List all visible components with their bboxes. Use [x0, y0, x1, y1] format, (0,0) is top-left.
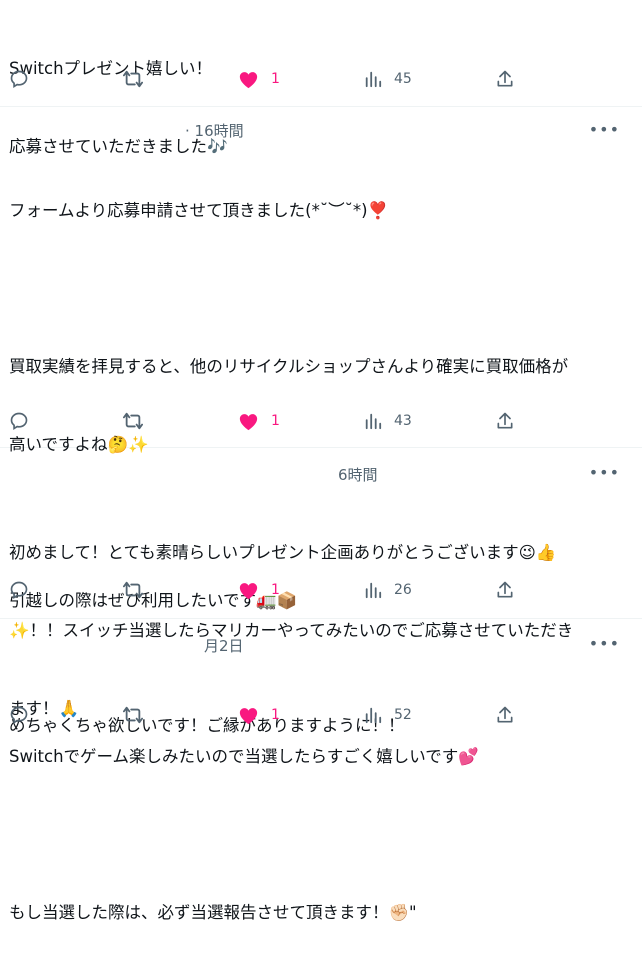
reply-button[interactable] [9, 703, 29, 727]
repost-icon [123, 581, 143, 599]
like-count: 1 [271, 413, 280, 429]
repost-icon [123, 412, 143, 430]
heart-icon [239, 71, 258, 88]
action-bar: 1 26 [0, 578, 642, 602]
post-4: 月2日 ••• めちゃくちゃ欲しいです！ご縁がありますように！！ 1 52 [0, 619, 642, 736]
action-bar: 1 45 [0, 67, 642, 91]
like-count: 1 [271, 707, 280, 723]
heart-icon [239, 582, 258, 599]
views-button[interactable]: 52 [364, 703, 412, 727]
post-3: 6時間 ••• 初めまして！とても素晴らしいプレゼント企画ありがとうございます😉… [0, 448, 642, 718]
share-button[interactable] [495, 67, 515, 91]
view-count: 52 [394, 707, 412, 723]
repost-button[interactable] [122, 409, 144, 433]
more-icon[interactable]: ••• [589, 636, 620, 652]
post-timestamp: 月2日 [204, 637, 244, 655]
repost-button[interactable] [122, 67, 144, 91]
post-timestamp: 6時間 [338, 466, 378, 484]
share-button[interactable] [495, 409, 515, 433]
like-button[interactable]: 1 [238, 67, 280, 91]
reply-icon [10, 412, 28, 430]
share-icon [497, 412, 513, 429]
view-count: 26 [394, 582, 412, 598]
repost-button[interactable] [122, 703, 144, 727]
post-2: · 16時間 ••• フォームより応募申請させて頂きました(*˘︶˘*)❣️ 買… [0, 107, 642, 922]
like-button[interactable]: 1 [238, 703, 280, 727]
share-icon [497, 581, 513, 598]
more-icon[interactable]: ••• [589, 465, 620, 481]
views-icon [365, 707, 382, 724]
more-icon[interactable]: ••• [589, 122, 620, 138]
post-line [9, 822, 628, 848]
heart-icon [239, 413, 258, 430]
post-timestamp: · 16時間 [185, 122, 244, 140]
repost-icon [123, 70, 143, 88]
repost-button[interactable] [122, 578, 144, 602]
reply-icon [10, 706, 28, 724]
views-button[interactable]: 26 [364, 578, 412, 602]
share-icon [497, 70, 513, 87]
share-button[interactable] [495, 703, 515, 727]
views-button[interactable]: 45 [364, 67, 412, 91]
like-button[interactable]: 1 [238, 409, 280, 433]
share-icon [497, 706, 513, 723]
post-line: 買取実績を拝見すると、他のリサイクルショップさんより確実に買取価格が [9, 357, 569, 376]
post-line [9, 276, 628, 302]
share-button[interactable] [495, 578, 515, 602]
reply-button[interactable] [9, 67, 29, 91]
reply-button[interactable] [9, 578, 29, 602]
like-count: 1 [271, 582, 280, 598]
action-bar: 1 43 [0, 409, 642, 433]
heart-icon [239, 707, 258, 724]
view-count: 45 [394, 71, 412, 87]
like-button[interactable]: 1 [238, 578, 280, 602]
reply-button[interactable] [9, 409, 29, 433]
views-button[interactable]: 43 [364, 409, 412, 433]
action-bar: 1 52 [0, 703, 642, 727]
reply-icon [10, 70, 28, 88]
post-line: もし当選した際は、必ず当選報告させて頂きます！✊🏻" [9, 903, 417, 922]
views-icon [365, 582, 382, 599]
views-icon [365, 413, 382, 430]
post-1: Switchプレゼント嬉しい！ 応募させていただきました🎶 1 45 [0, 0, 642, 156]
views-icon [365, 71, 382, 88]
reply-icon [10, 581, 28, 599]
like-count: 1 [271, 71, 280, 87]
post-line: 初めまして！とても素晴らしいプレゼント企画ありがとうございます😉👍 [9, 543, 557, 562]
post-line: フォームより応募申請させて頂きました(*˘︶˘*)❣️ [9, 201, 389, 220]
view-count: 43 [394, 413, 412, 429]
repost-icon [123, 706, 143, 724]
